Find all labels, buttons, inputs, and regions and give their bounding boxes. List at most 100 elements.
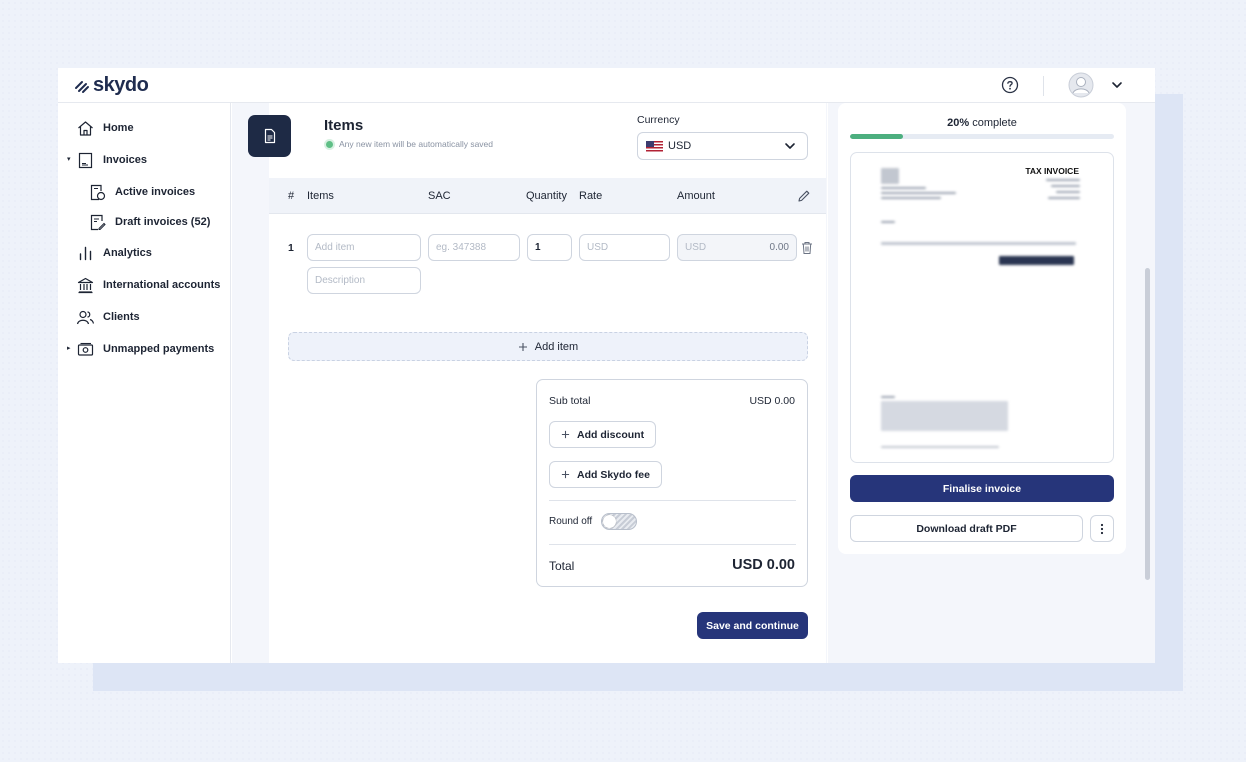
sidebar-item-home[interactable]: Home xyxy=(76,117,134,139)
document-icon xyxy=(264,128,275,144)
description-input[interactable]: Description xyxy=(307,267,421,294)
preview-text-blur xyxy=(1048,197,1080,199)
chevron-down-icon[interactable] xyxy=(1110,78,1124,92)
currency-value: USD xyxy=(668,140,692,152)
skydo-logo[interactable]: skydo xyxy=(74,74,149,97)
preview-text-blur xyxy=(881,221,895,223)
preview-panel: 20% complete TAX INVOICE Finalise invoic… xyxy=(828,103,1155,663)
sidebar-item-label: Home xyxy=(103,122,134,134)
save-and-continue-button[interactable]: Save and continue xyxy=(697,612,808,639)
column-header-rate: Rate xyxy=(579,190,603,202)
sidebar-item-international-accounts[interactable]: International accounts xyxy=(76,274,220,296)
sidebar-item-label: Analytics xyxy=(103,247,152,259)
progress-text: 20% complete xyxy=(838,117,1126,129)
item-name-placeholder: Add item xyxy=(315,242,355,253)
preview-logo-blur xyxy=(881,168,899,184)
sidebar-item-draft-invoices[interactable]: Draft invoices (52) xyxy=(88,211,210,233)
progress-bar xyxy=(850,134,1114,139)
sidebar-item-label: International accounts xyxy=(103,279,221,291)
draft-invoice-icon xyxy=(90,214,106,230)
sidebar-item-invoices[interactable]: Invoices xyxy=(76,149,147,171)
divider xyxy=(549,500,796,501)
plus-icon xyxy=(561,470,570,479)
item-name-input[interactable]: Add item xyxy=(307,234,421,261)
preview-text-blur xyxy=(881,187,926,189)
add-item-button[interactable]: Add item xyxy=(288,332,808,361)
sub-total-value: USD 0.00 xyxy=(749,395,795,407)
preview-text-blur xyxy=(1046,179,1080,181)
preview-scrollbar[interactable] xyxy=(1145,268,1150,580)
column-header-amount: Amount xyxy=(677,190,715,202)
sidebar-item-label: Invoices xyxy=(103,154,148,166)
items-title: Items xyxy=(324,117,364,134)
more-options-button[interactable] xyxy=(1090,515,1114,542)
preview-text-blur xyxy=(1051,185,1080,187)
autosave-text: Any new item will be automatically saved xyxy=(339,139,494,149)
round-off-label: Round off xyxy=(549,516,593,527)
total-value: USD 0.00 xyxy=(732,557,795,573)
round-off-toggle[interactable] xyxy=(601,513,637,530)
sidebar-item-active-invoices[interactable]: Active invoices xyxy=(88,181,195,203)
sidebar: Home ▾ Invoices Active invoices Draft in… xyxy=(58,103,231,663)
finalise-invoice-button[interactable]: Finalise invoice xyxy=(850,475,1114,502)
rate-placeholder: USD xyxy=(587,242,609,253)
preview-bank-details-blur xyxy=(881,401,1008,431)
preview-footer-blur xyxy=(881,446,999,448)
items-table-header: # Items SAC Quantity Rate Amount xyxy=(269,178,826,214)
invoice-preview-thumbnail[interactable]: TAX INVOICE xyxy=(850,152,1114,463)
us-flag-icon xyxy=(646,140,663,152)
preview-table-header-blur xyxy=(881,242,1076,245)
more-vertical-icon xyxy=(1100,523,1104,534)
column-header-quantity: Quantity xyxy=(526,190,567,202)
add-fee-label: Add Skydo fee xyxy=(577,468,650,481)
rate-input[interactable]: USD xyxy=(579,234,670,261)
unmapped-expand-caret[interactable]: ▸ xyxy=(67,344,71,352)
preview-text-blur xyxy=(881,197,941,199)
add-discount-button[interactable]: Add discount xyxy=(549,421,657,448)
invoice-preview-card: 20% complete TAX INVOICE Finalise invoic… xyxy=(838,103,1126,554)
column-header-number: # xyxy=(288,190,295,202)
column-header-items: Items xyxy=(307,190,334,202)
amount-currency: USD xyxy=(685,242,707,253)
autosave-note: Any new item will be automatically saved xyxy=(326,139,493,149)
plus-icon xyxy=(518,342,527,351)
home-icon xyxy=(78,120,93,136)
preview-text-blur xyxy=(1056,191,1080,193)
edit-columns-icon[interactable] xyxy=(797,189,811,203)
sidebar-item-clients[interactable]: Clients xyxy=(76,306,140,328)
totals-summary: Sub total USD 0.00 Add discount Add Skyd… xyxy=(536,379,808,587)
column-header-sac: SAC xyxy=(428,190,451,202)
amount-value: 0.00 xyxy=(769,242,789,253)
plus-icon xyxy=(561,430,570,439)
sidebar-item-label: Unmapped payments xyxy=(103,343,215,355)
divider xyxy=(549,544,796,545)
payment-icon xyxy=(77,342,94,356)
active-invoice-icon xyxy=(90,184,106,200)
sidebar-item-unmapped-payments[interactable]: Unmapped payments xyxy=(76,338,214,360)
preview-text-blur xyxy=(881,192,956,194)
download-draft-pdf-button[interactable]: Download draft PDF xyxy=(850,515,1083,542)
delete-row-icon[interactable] xyxy=(801,241,813,255)
currency-select[interactable]: USD xyxy=(637,132,808,160)
invoice-icon xyxy=(78,152,93,168)
status-dot xyxy=(326,140,333,148)
sidebar-item-analytics[interactable]: Analytics xyxy=(76,242,152,264)
sidebar-item-label: Active invoices xyxy=(115,186,196,198)
invoices-expand-caret[interactable]: ▾ xyxy=(67,155,71,163)
sac-input[interactable]: eg. 347388 xyxy=(428,234,520,261)
quantity-input[interactable]: 1 xyxy=(527,234,572,261)
progress-percent: 20% xyxy=(947,117,970,129)
brand-name: skydo xyxy=(93,74,149,96)
progress-fill xyxy=(850,134,903,139)
total-label: Total xyxy=(549,559,575,573)
add-discount-label: Add discount xyxy=(577,428,645,441)
preview-total-blur xyxy=(999,256,1074,265)
user-avatar[interactable] xyxy=(1068,72,1094,98)
add-skydo-fee-button[interactable]: Add Skydo fee xyxy=(549,461,662,488)
help-icon[interactable] xyxy=(1001,76,1019,94)
progress-suffix: complete xyxy=(969,117,1017,129)
chevron-down-icon xyxy=(785,143,795,149)
currency-label: Currency xyxy=(637,114,680,126)
quantity-value: 1 xyxy=(535,242,541,253)
topbar-divider xyxy=(1043,76,1044,96)
